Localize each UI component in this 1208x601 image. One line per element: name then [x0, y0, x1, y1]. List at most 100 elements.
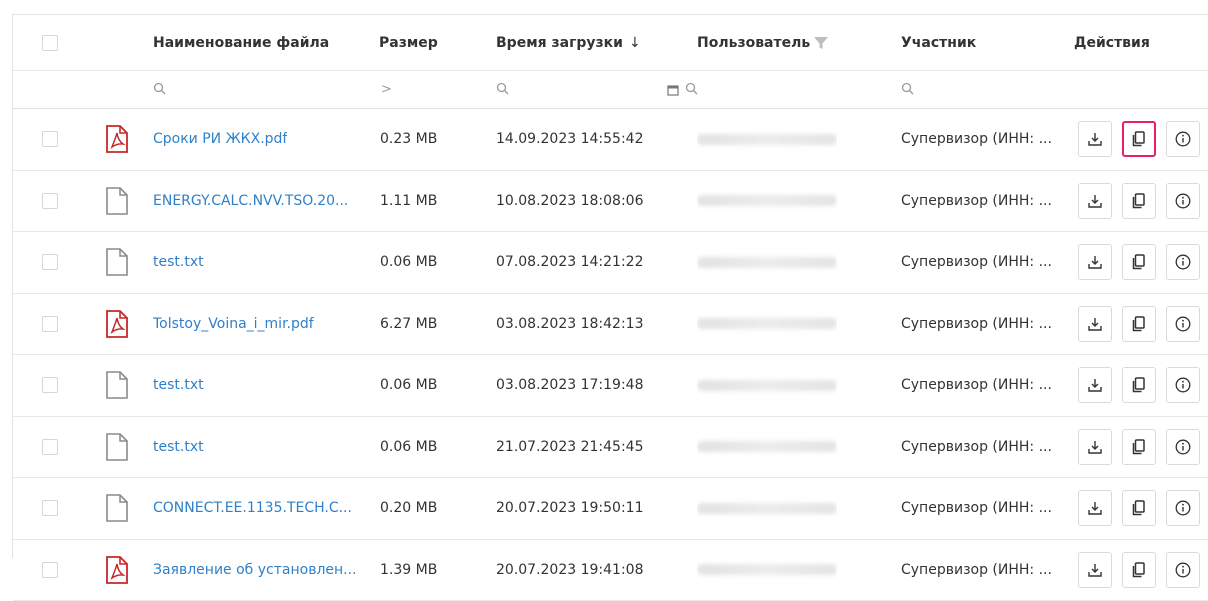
- header-user[interactable]: Пользователь: [697, 15, 829, 70]
- download-button[interactable]: [1078, 306, 1112, 342]
- copy-button[interactable]: [1122, 490, 1156, 526]
- user-filter[interactable]: [685, 71, 698, 108]
- download-button[interactable]: [1078, 552, 1112, 588]
- file-name-link[interactable]: CONNECT.EE.1135.TECH.C...: [153, 500, 352, 516]
- upload-time-cell: 20.07.2023 19:41:08: [496, 540, 644, 601]
- row-checkbox[interactable]: [42, 254, 58, 270]
- table-row[interactable]: Заявление об установлен... 1.39 MB 20.07…: [13, 540, 1208, 601]
- copy-icon: [1132, 316, 1146, 332]
- file-name-link[interactable]: ENERGY.CALC.NVV.TSO.20...: [153, 193, 348, 209]
- participant-name: Супервизор (ИНН: ...: [901, 193, 1052, 209]
- file-name-link[interactable]: Tolstoy_Voina_i_mir.pdf: [153, 316, 314, 332]
- copy-button[interactable]: [1122, 429, 1156, 465]
- info-button[interactable]: [1166, 244, 1200, 280]
- user-cell: [697, 232, 837, 293]
- row-checkbox[interactable]: [42, 377, 58, 393]
- copy-icon: [1132, 562, 1146, 578]
- upload-time-cell: 21.07.2023 21:45:45: [496, 417, 644, 478]
- download-button[interactable]: [1078, 121, 1112, 157]
- header-actions-label: Действия: [1074, 35, 1150, 51]
- info-button[interactable]: [1166, 552, 1200, 588]
- info-icon: [1175, 193, 1191, 209]
- info-icon: [1175, 439, 1191, 455]
- row-select-cell: [42, 355, 58, 416]
- table-row[interactable]: CONNECT.EE.1135.TECH.C... 0.20 MB 20.07.…: [13, 478, 1208, 540]
- file-name-link[interactable]: test.txt: [153, 439, 204, 455]
- download-icon: [1088, 255, 1102, 269]
- table-row[interactable]: Tolstoy_Voina_i_mir.pdf 6.27 MB 03.08.20…: [13, 294, 1208, 356]
- select-all-checkbox[interactable]: [42, 35, 58, 51]
- info-button[interactable]: [1166, 183, 1200, 219]
- info-icon: [1175, 316, 1191, 332]
- participant-name: Супервизор (ИНН: ...: [901, 377, 1052, 393]
- table-row[interactable]: Сроки РИ ЖКХ.pdf 0.23 MB 14.09.2023 14:5…: [13, 109, 1208, 171]
- header-size-label: Размер: [379, 35, 438, 51]
- upload-time: 14.09.2023 14:55:42: [496, 131, 644, 147]
- size-operator[interactable]: >: [381, 82, 392, 97]
- table-row[interactable]: ENERGY.CALC.NVV.TSO.20... 1.11 MB 10.08.…: [13, 171, 1208, 233]
- filter-icon[interactable]: [813, 35, 829, 51]
- participant-cell: Супервизор (ИНН: ...: [901, 417, 1052, 478]
- row-checkbox[interactable]: [42, 500, 58, 516]
- file-icon: [106, 478, 128, 539]
- file-size: 0.06 MB: [380, 254, 437, 270]
- download-button[interactable]: [1078, 490, 1112, 526]
- file-icon: [106, 355, 128, 416]
- copy-button[interactable]: [1122, 121, 1156, 157]
- header-file-name[interactable]: Наименование файла: [153, 15, 329, 70]
- table-row[interactable]: test.txt 0.06 MB 03.08.2023 17:19:48 Суп…: [13, 355, 1208, 417]
- file-name-link[interactable]: test.txt: [153, 254, 204, 270]
- row-checkbox[interactable]: [42, 316, 58, 332]
- table-row[interactable]: test.txt 0.06 MB 21.07.2023 21:45:45 Суп…: [13, 417, 1208, 479]
- file-size: 0.06 MB: [380, 439, 437, 455]
- calendar-icon[interactable]: [667, 71, 679, 108]
- download-button[interactable]: [1078, 183, 1112, 219]
- download-button[interactable]: [1078, 367, 1112, 403]
- size-filter[interactable]: >: [381, 71, 392, 108]
- search-icon: [685, 80, 698, 99]
- info-button[interactable]: [1166, 306, 1200, 342]
- file-name-filter[interactable]: [153, 71, 166, 108]
- header-size[interactable]: Размер: [379, 15, 438, 70]
- copy-icon: [1132, 439, 1146, 455]
- row-checkbox[interactable]: [42, 193, 58, 209]
- download-icon: [1088, 194, 1102, 208]
- time-filter[interactable]: [496, 71, 509, 108]
- header-upload-time-label: Время загрузки: [496, 35, 623, 51]
- info-button[interactable]: [1166, 490, 1200, 526]
- upload-time-cell: 20.07.2023 19:50:11: [496, 478, 644, 539]
- row-checkbox[interactable]: [42, 131, 58, 147]
- files-table: Наименование файла Размер Время загрузки…: [12, 14, 1208, 558]
- info-button[interactable]: [1166, 367, 1200, 403]
- copy-button[interactable]: [1122, 244, 1156, 280]
- copy-button[interactable]: [1122, 183, 1156, 219]
- file-name-link[interactable]: Сроки РИ ЖКХ.pdf: [153, 131, 287, 147]
- copy-button[interactable]: [1122, 367, 1156, 403]
- file-name-link[interactable]: Заявление об установлен...: [153, 562, 357, 578]
- row-checkbox[interactable]: [42, 439, 58, 455]
- header-upload-time[interactable]: Время загрузки ↓: [496, 15, 641, 70]
- size-cell: 0.23 MB: [380, 109, 437, 170]
- upload-time: 20.07.2023 19:50:11: [496, 500, 644, 516]
- header-participant[interactable]: Участник: [901, 15, 976, 70]
- table-row[interactable]: test.txt 0.06 MB 07.08.2023 14:21:22 Суп…: [13, 232, 1208, 294]
- participant-filter[interactable]: [901, 71, 914, 108]
- sort-desc-icon[interactable]: ↓: [629, 35, 641, 51]
- copy-button[interactable]: [1122, 306, 1156, 342]
- info-button[interactable]: [1166, 121, 1200, 157]
- copy-icon: [1132, 193, 1146, 209]
- copy-icon: [1132, 500, 1146, 516]
- copy-button[interactable]: [1122, 552, 1156, 588]
- search-icon: [901, 80, 914, 99]
- file-size: 1.11 MB: [380, 193, 437, 209]
- download-button[interactable]: [1078, 429, 1112, 465]
- upload-time: 03.08.2023 18:42:13: [496, 316, 644, 332]
- file-name-link[interactable]: test.txt: [153, 377, 204, 393]
- info-button[interactable]: [1166, 429, 1200, 465]
- download-button[interactable]: [1078, 244, 1112, 280]
- user-name-redacted: [697, 503, 837, 514]
- upload-time-cell: 10.08.2023 18:08:06: [496, 171, 644, 232]
- row-checkbox[interactable]: [42, 562, 58, 578]
- info-icon: [1175, 562, 1191, 578]
- upload-time-cell: 07.08.2023 14:21:22: [496, 232, 644, 293]
